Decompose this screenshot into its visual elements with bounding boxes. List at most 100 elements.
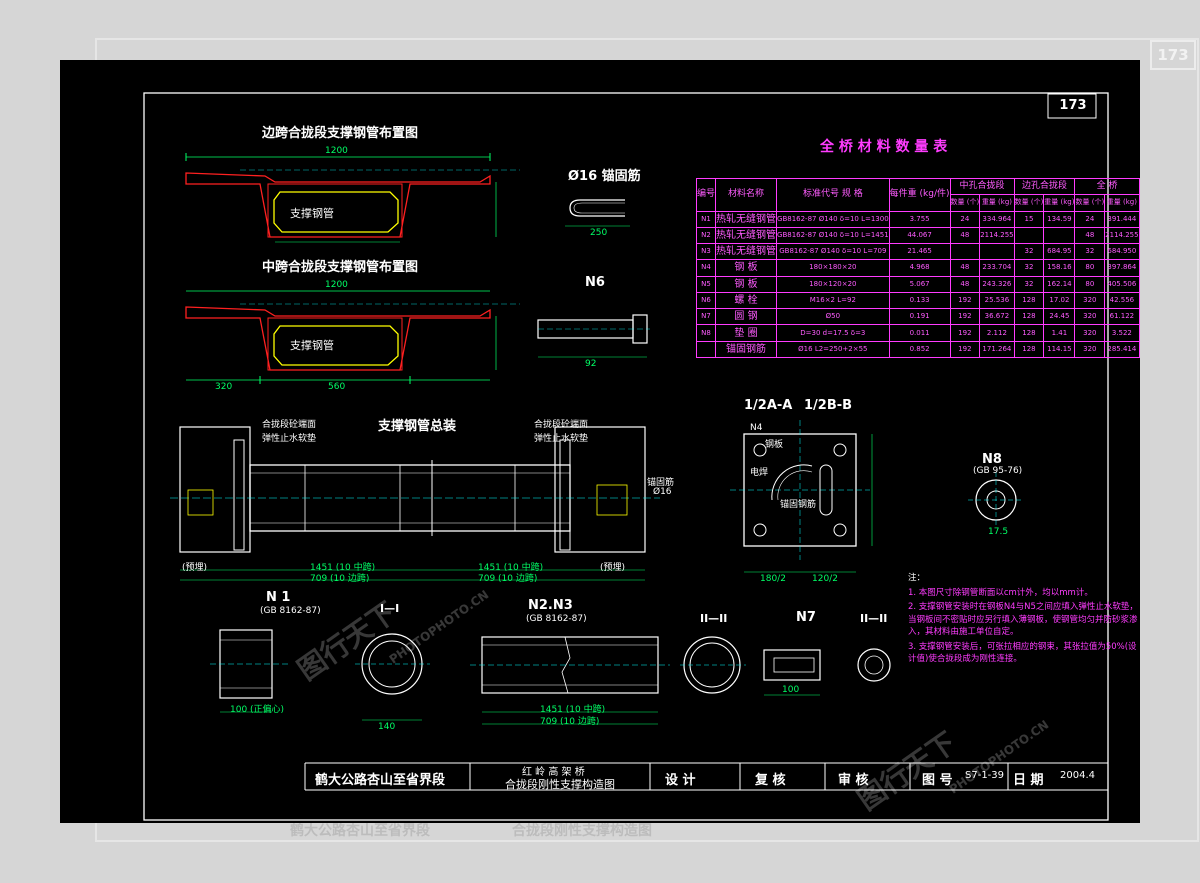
assembly-anchor-dia: Ø16 [653, 487, 672, 497]
table-cell-mc: 192 [949, 324, 981, 342]
table-cell-uw: 4.968 [888, 259, 951, 277]
n6-bolt-detail [537, 314, 650, 358]
assembly-end-face-left: 合拢段砼端面 [262, 420, 317, 430]
table-cell-mw: 243.326 [979, 275, 1015, 293]
table-cell-no: N7 [695, 308, 717, 326]
table-cell-tw: 405.506 [1104, 275, 1140, 293]
th-weight: 重量 (kg) [1104, 194, 1140, 212]
n1-dim-140: 140 [378, 722, 396, 732]
table-cell-spec: Ø50 [776, 308, 890, 326]
table-cell-mc: 48 [949, 226, 981, 245]
table-cell-mc: 192 [949, 291, 981, 310]
table-cell-sc [1013, 226, 1045, 245]
table-cell-mw: 2114.255 [979, 226, 1015, 245]
table-cell-tc: 320 [1074, 308, 1106, 326]
n8-dim: 17.5 [988, 527, 1009, 537]
table-cell-name: 钢 板 [715, 275, 778, 293]
table-cell-spec: Ø16 L2=250+2×55 [776, 340, 890, 359]
ghost-drawing-title: 合拢段刚性支撑构造图 [512, 823, 652, 839]
table-cell-name: 热轧无缝钢管 [715, 243, 778, 261]
table-cell-tc: 32 [1074, 243, 1106, 261]
table-cell-name: 热轧无缝钢管 [715, 226, 778, 245]
table-cell-no: N3 [695, 243, 717, 261]
table-cell-mc [949, 243, 981, 261]
table-cell-tw: 61.122 [1104, 308, 1140, 326]
assembly-dim-4: 709 (10 边跨) [478, 574, 538, 584]
notes: 注： 1. 本图尺寸除钢管断面以cm计外，均以mm计。 2. 支撑钢管安装时在钢… [908, 572, 1138, 668]
n2n3-title: N2.N3 [528, 598, 573, 613]
n1-standard: (GB 8162-87) [260, 606, 321, 616]
table-cell-uw: 0.191 [888, 308, 951, 326]
table-cell-tc: 80 [1074, 275, 1106, 293]
n6-dim: 92 [585, 359, 597, 369]
plate-section [730, 420, 873, 573]
table-cell-no: N8 [695, 324, 717, 342]
table-cell-uw: 44.067 [888, 226, 951, 245]
table-cell-mw: 36.672 [979, 308, 1015, 326]
table-cell-tw: 391.444 [1104, 210, 1140, 228]
anchor-bar-dim: 250 [590, 228, 608, 238]
section-2-circle [680, 636, 746, 694]
n7-title: N7 [796, 610, 816, 625]
assembly-title: 支撑钢管总装 [378, 419, 457, 434]
section-bb-title: 1/2B-B [804, 398, 853, 413]
n8-title: N8 [982, 452, 1002, 467]
table-cell-sc: 32 [1013, 275, 1045, 293]
assembly-end-face-right: 合拢段砼端面 [534, 420, 589, 430]
cad-drawing-canvas: 173 边跨合拢段支撑钢管布置图 支撑钢管 1200 中跨合拢段支撑钢管布置图 … [60, 60, 1140, 823]
table-cell-sc: 128 [1013, 308, 1045, 326]
table-cell-no: N4 [695, 259, 717, 277]
th-count: 数量 (个) [1013, 194, 1045, 212]
table-row: N5 钢 板 180×120×20 5.067 48 243.326 32 162.14 80 4… [695, 275, 1140, 293]
table-cell-no [695, 340, 717, 359]
n1-dim: 100 (正偏心) [230, 705, 285, 715]
table-cell-mw: 171.264 [979, 340, 1015, 359]
table-row: N7 圆 钢 Ø50 0.191 192 36.672 128 24.45 320 61.122 [695, 308, 1140, 326]
table-cell-uw: 0.133 [888, 291, 951, 310]
table-cell-tw: 42.556 [1104, 291, 1140, 310]
table-cell-uw: 5.067 [888, 275, 951, 293]
table-cell-name: 圆 钢 [715, 308, 778, 326]
th-weight: 重量 (kg) [1043, 194, 1076, 212]
table-cell-spec: 180×180×20 [776, 259, 890, 277]
table-cell-mw: 233.704 [979, 259, 1015, 277]
th-count: 数量 (个) [1074, 194, 1106, 212]
assembly-embed-right: (预埋) [600, 563, 626, 573]
table-cell-sw: 162.14 [1043, 275, 1076, 293]
table-cell-sw: 158.16 [1043, 259, 1076, 277]
table-cell-name: 锚固钢筋 [715, 340, 778, 359]
table-cell-sc: 15 [1013, 210, 1045, 228]
table-row: N2 热轧无缝钢管 GB8162-87 Ø140 δ=10 L=1451 44.067… [695, 226, 1140, 245]
table-row: N6 螺 栓 M16×2 L=92 0.133 192 25.536 128 17.02 320… [695, 291, 1140, 310]
table-cell-tc: 320 [1074, 291, 1106, 310]
table-cell-sw: 134.59 [1043, 210, 1076, 228]
mid-dim-top: 1200 [325, 280, 348, 290]
n7-dim: 100 [782, 685, 800, 695]
n8-standard: (GB 95-76) [973, 466, 1023, 476]
table-cell-sc: 128 [1013, 324, 1045, 342]
side-dim-top: 1200 [325, 146, 348, 156]
table-cell-tw: 397.864 [1104, 259, 1140, 277]
tb-project: 鹤大公路杏山至省界段 [315, 773, 446, 788]
table-cell-sc: 128 [1013, 291, 1045, 310]
th-side: 边孔合拢段 [1013, 177, 1076, 196]
table-cell-spec: D=30 d=17.5 δ=3 [776, 324, 890, 342]
table-cell-spec: GB8162-87 Ø140 δ=10 L=1451 [776, 226, 890, 245]
assembly-drawing [170, 426, 660, 581]
mid-dim-560: 560 [328, 382, 346, 392]
table-cell-tc: 320 [1074, 324, 1106, 342]
th-unit-weight: 每件重 (kg/件) [888, 178, 951, 212]
th-count: 数量 (个) [949, 194, 981, 212]
table-cell-sw: 17.02 [1043, 291, 1076, 310]
assembly-waterstop-right: 弹性止水软垫 [534, 434, 589, 444]
tb-date-label: 日 期 [1013, 773, 1044, 788]
note-2: 2. 支撑钢管安装时在钢板N4与N5之间应填入弹性止水软垫，当钢板间不密贴时应另… [908, 602, 1138, 637]
n2n3-standard: (GB 8162-87) [526, 614, 587, 624]
table-cell-tc: 48 [1074, 226, 1106, 245]
table-cell-sw: 24.45 [1043, 308, 1076, 326]
table-cell-tw: 285.414 [1104, 340, 1140, 359]
note-3: 3. 支撑钢管安装后，可张拉相应的钢束，其张拉值为50%(设计值)使合拢段成为刚… [908, 641, 1137, 665]
table-cell-name: 热轧无缝钢管 [715, 210, 778, 228]
table-cell-no: N5 [695, 275, 717, 293]
table-cell-spec: 180×120×20 [776, 275, 890, 293]
